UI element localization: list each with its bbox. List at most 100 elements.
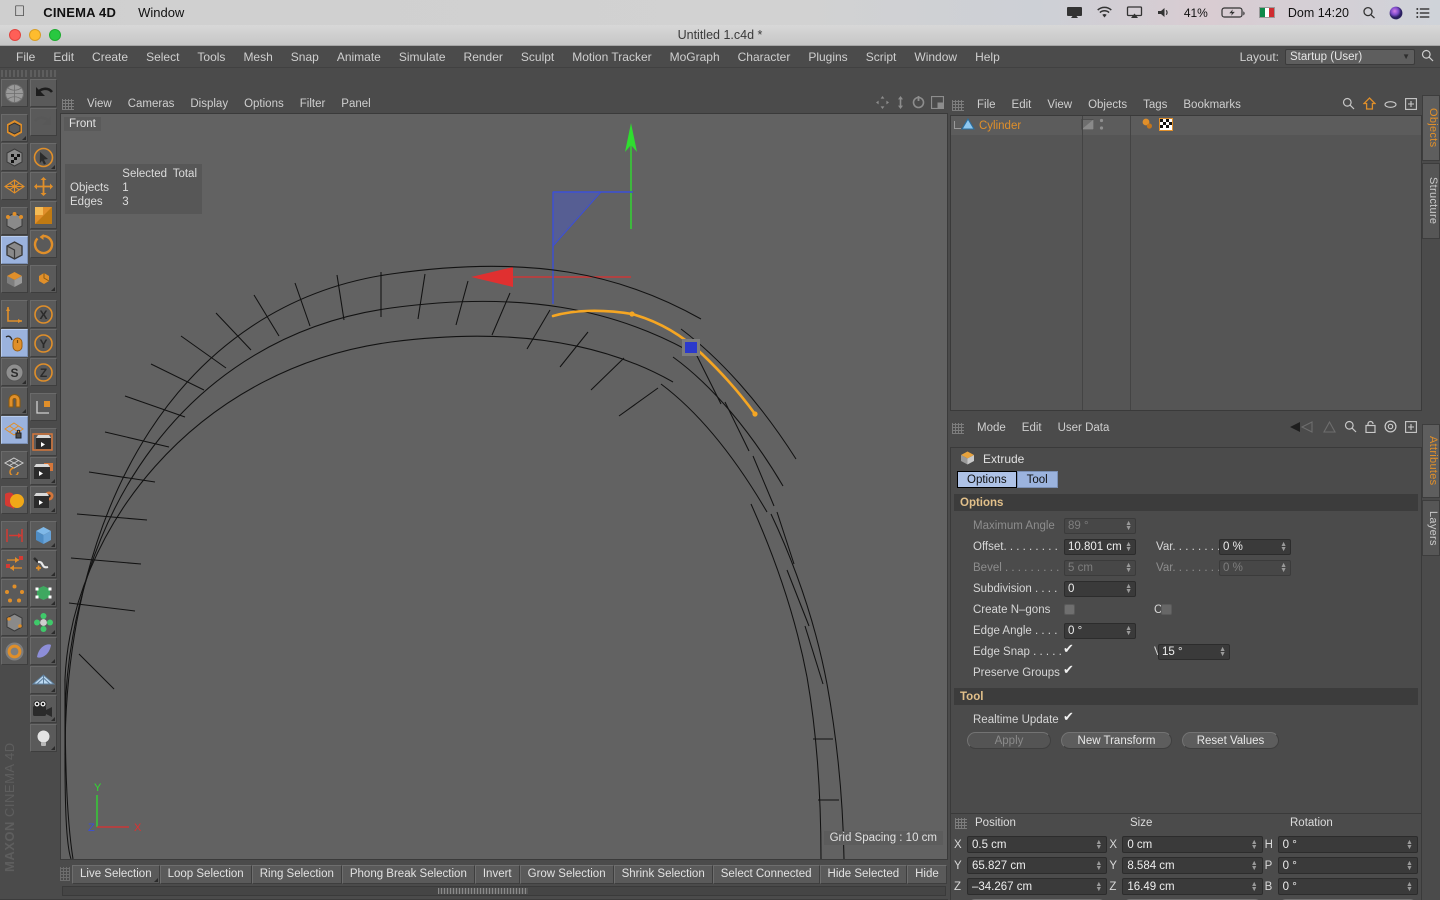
input-position-y[interactable]: 65.827 cm ▲ ▼ [967,857,1108,874]
material-tag-icon[interactable] [1159,117,1173,134]
stepper-position-y[interactable]: ▲ ▼ [1095,860,1102,872]
pan-view-icon[interactable] [876,96,889,112]
toolbar-grip-icon[interactable] [60,867,70,881]
button-hide-selected[interactable]: Hide Selected [819,864,908,884]
magnet-tool-icon[interactable] [1,387,28,415]
stepper-edge-angle[interactable]: ▲ ▼ [1125,625,1132,637]
menu-character[interactable]: Character [729,46,800,68]
add-generator-icon[interactable] [30,579,57,607]
attr-menu-user-data[interactable]: User Data [1050,422,1118,434]
side-tab-structure[interactable]: Structure [1422,163,1440,239]
toolbar-scrollbar-thumb[interactable] [438,888,528,894]
input-position-x[interactable]: 0.5 cm ▲ ▼ [967,836,1108,853]
add-spline-icon[interactable] [30,550,57,578]
editable-object-icon[interactable] [1,114,28,142]
deformer-icon[interactable] [1,608,28,636]
coordinate-system-icon[interactable] [30,265,57,293]
viewport-menu-cameras[interactable]: Cameras [120,98,183,110]
menu-file[interactable]: File [7,46,44,68]
objmgr-menu-edit[interactable]: Edit [1004,99,1040,111]
stepper-rotation-b[interactable]: ▲ ▼ [1406,881,1413,893]
y-axis-lock-icon[interactable]: Y [30,329,57,357]
input-rotation-b[interactable]: 0 ° ▲ ▼ [1277,878,1418,895]
menu-select[interactable]: Select [137,46,188,68]
stepper-position-x[interactable]: ▲ ▼ [1095,839,1102,851]
viewport-3d-canvas[interactable]: Front Selected Total Objects 1 Edges 3 Y… [60,113,948,860]
stepper-offset-var[interactable]: ▲ ▼ [1280,541,1287,553]
lock-axis-icon[interactable] [1,416,28,444]
attr-menu-mode[interactable]: Mode [969,422,1014,434]
input-size-y[interactable]: 8.584 cm ▲ ▼ [1122,857,1263,874]
viewport-grip-icon[interactable] [62,98,74,110]
stepper-value[interactable]: ▲ ▼ [1219,646,1226,658]
layout-dropdown[interactable]: Startup (User) ▼ [1285,48,1415,65]
wifi-icon[interactable] [1096,6,1113,19]
attr-menu-edit[interactable]: Edit [1014,422,1050,434]
object-axis-icon[interactable] [30,393,57,421]
macos-clock[interactable]: Dom 14:20 [1288,6,1349,20]
menu-window[interactable]: Window [905,46,966,68]
mouse-tool-icon[interactable] [1,329,28,357]
menu-simulate[interactable]: Simulate [390,46,455,68]
point-mode-icon[interactable] [1,207,28,235]
object-visibility-cell[interactable] [1081,118,1129,134]
side-tab-attributes[interactable]: Attributes [1422,424,1440,498]
viewport-menu-filter[interactable]: Filter [292,98,334,110]
objmgr-ellipse-icon[interactable] [1384,98,1397,112]
spline-pen-icon[interactable] [1,579,28,607]
menu-animate[interactable]: Animate [328,46,390,68]
undo-view-icon[interactable] [1,79,28,107]
world-axis-icon[interactable] [1,300,28,328]
menu-create[interactable]: Create [83,46,137,68]
reset-axis-icon[interactable] [1,451,28,479]
add-deformer-icon[interactable] [30,637,57,665]
render-settings-icon[interactable] [30,486,57,514]
menu-script[interactable]: Script [857,46,906,68]
objmgr-menu-tags[interactable]: Tags [1135,99,1175,111]
menu-snap[interactable]: Snap [282,46,328,68]
add-mograph-icon[interactable] [30,608,57,636]
input-size-z[interactable]: 16.49 cm ▲ ▼ [1122,878,1263,895]
stepper-offset[interactable]: ▲ ▼ [1125,541,1132,553]
attributes-grip-icon[interactable] [952,422,964,434]
viewport-menu-view[interactable]: View [79,98,120,110]
toolbar-scrollbar[interactable] [62,886,946,896]
object-manager-tree[interactable]: Cylinder [950,115,1422,411]
palette-grip-2[interactable] [30,70,57,77]
menu-motion-tracker[interactable]: Motion Tracker [563,46,660,68]
attributes-new-panel-icon[interactable] [1405,420,1417,436]
tab-options[interactable]: Options [957,471,1017,488]
scale-tool-s-icon[interactable]: S [1,358,28,386]
objmgr-menu-view[interactable]: View [1039,99,1080,111]
button-invert[interactable]: Invert [474,864,520,884]
transfer-tool-icon[interactable] [1,550,28,578]
live-selection-icon[interactable] [30,143,57,171]
input-offset-var[interactable]: 0 % ▲ ▼ [1219,538,1291,555]
button-grow-selection[interactable]: Grow Selection [519,864,614,884]
z-axis-lock-icon[interactable]: Z [30,358,57,386]
tab-tool[interactable]: Tool [1016,471,1058,488]
stepper-rotation-h[interactable]: ▲ ▼ [1406,839,1413,851]
viewport-menu-panel[interactable]: Panel [333,98,378,110]
objmgr-search-icon[interactable] [1342,97,1355,113]
stepper-size-y[interactable]: ▲ ▼ [1251,860,1258,872]
render-region-icon[interactable] [30,457,57,485]
input-size-x[interactable]: 0 cm ▲ ▼ [1122,836,1263,853]
checkbox-edge-snap[interactable] [1063,641,1075,657]
viewport-menu-display[interactable]: Display [182,98,236,110]
menu-sculpt[interactable]: Sculpt [512,46,563,68]
menu-edit[interactable]: Edit [44,46,83,68]
ring-object-icon[interactable] [1,637,28,665]
input-position-z[interactable]: –34.267 cm ▲ ▼ [967,878,1108,895]
menu-mograph[interactable]: MoGraph [661,46,729,68]
button-new-transform[interactable]: New Transform [1061,732,1172,749]
object-row-cylinder[interactable]: Cylinder [951,116,1421,135]
rotate-tool-icon[interactable] [30,230,57,258]
object-manager-grip-icon[interactable] [952,99,964,111]
macos-active-app-name[interactable]: CINEMA 4D [43,5,116,20]
stepper-position-z[interactable]: ▲ ▼ [1095,881,1102,893]
viewport-menu-options[interactable]: Options [236,98,292,110]
stepper-subdivision[interactable]: ▲ ▼ [1125,583,1132,595]
button-loop-selection[interactable]: Loop Selection [159,864,252,884]
objmgr-menu-file[interactable]: File [969,99,1004,111]
